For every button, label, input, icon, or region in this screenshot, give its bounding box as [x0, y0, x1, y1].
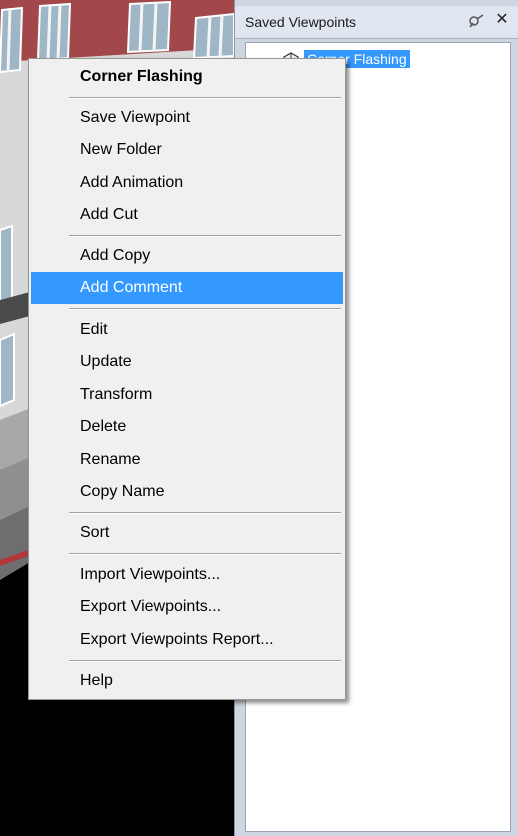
menu-item-edit[interactable]: Edit [31, 314, 343, 346]
menu-item-export-viewpoints[interactable]: Export Viewpoints... [31, 591, 343, 623]
menu-item-update[interactable]: Update [31, 346, 343, 378]
menu-item-save-viewpoint[interactable]: Save Viewpoint [31, 102, 343, 134]
context-menu: Corner Flashing Save Viewpoint New Folde… [28, 58, 346, 700]
menu-item-export-viewpoints-report[interactable]: Export Viewpoints Report... [31, 624, 343, 656]
menu-item-add-animation[interactable]: Add Animation [31, 167, 343, 199]
menu-item-add-cut[interactable]: Add Cut [31, 199, 343, 231]
menu-item-rename[interactable]: Rename [31, 444, 343, 476]
menu-item-new-folder[interactable]: New Folder [31, 134, 343, 166]
pin-icon[interactable] [467, 12, 485, 30]
menu-separator [69, 512, 341, 514]
panel-header: Saved Viewpoints ✕ [235, 6, 518, 39]
menu-item-import-viewpoints[interactable]: Import Viewpoints... [31, 559, 343, 591]
panel-title: Saved Viewpoints [245, 14, 357, 30]
close-icon[interactable]: ✕ [493, 10, 511, 30]
menu-item-help[interactable]: Help [31, 665, 343, 697]
menu-separator [69, 660, 341, 662]
menu-item-copy-name[interactable]: Copy Name [31, 476, 343, 508]
menu-separator [69, 235, 341, 237]
menu-item-delete[interactable]: Delete [31, 411, 343, 443]
menu-separator [69, 97, 341, 99]
menu-item-sort[interactable]: Sort [31, 517, 343, 549]
menu-item-transform[interactable]: Transform [31, 379, 343, 411]
menu-item-add-copy[interactable]: Add Copy [31, 240, 343, 272]
menu-separator [69, 553, 341, 555]
menu-item-add-comment[interactable]: Add Comment [31, 272, 343, 304]
menu-separator [69, 308, 341, 310]
menu-header-corner-flashing: Corner Flashing [80, 68, 203, 85]
